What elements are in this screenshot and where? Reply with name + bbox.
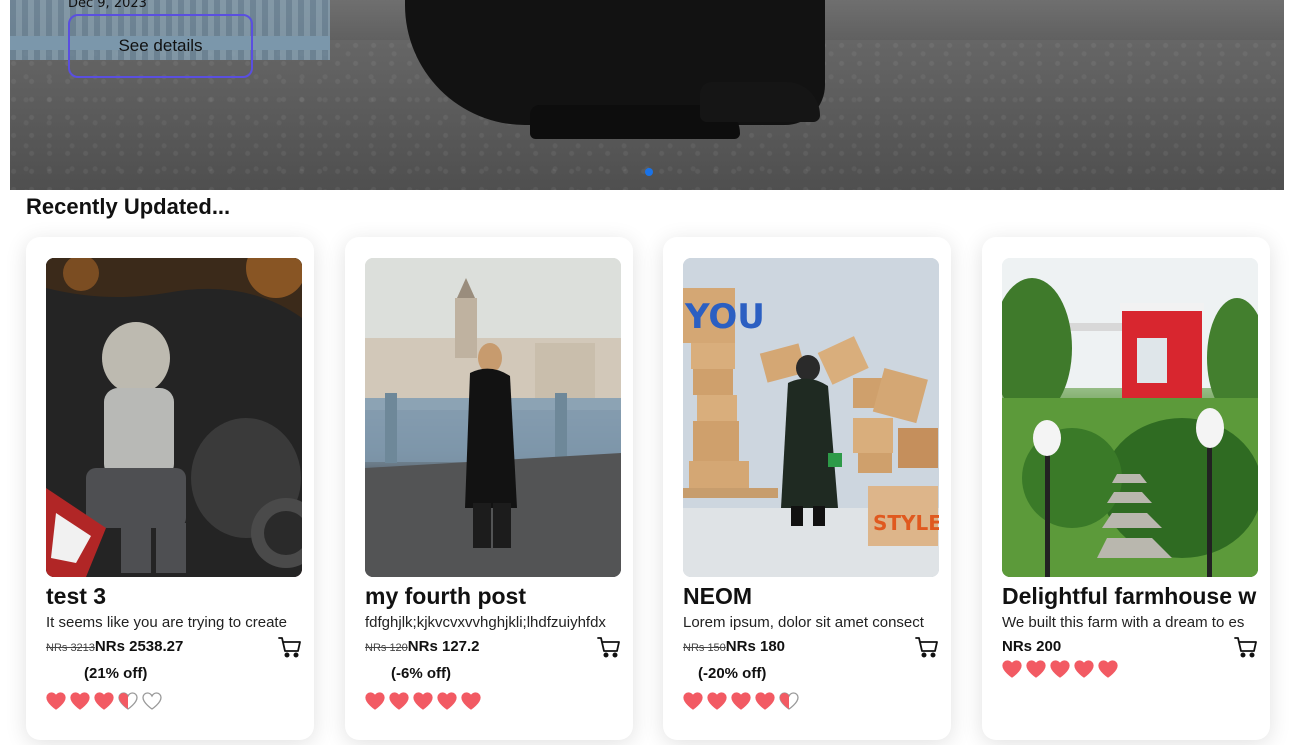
rating-hearts (683, 692, 799, 710)
product-title[interactable]: NEOM (683, 583, 939, 610)
heart-icon (413, 692, 433, 710)
current-price: NRs 2538.27 (94, 638, 184, 655)
price-row: NRs 150NRs 180 (683, 636, 939, 660)
rating-hearts (365, 692, 481, 710)
svg-text:STYLE: STYLE (873, 511, 939, 535)
heart-icon (365, 692, 385, 710)
heart-icon (1002, 660, 1022, 678)
heart-icon (70, 692, 90, 710)
heart-icon (779, 692, 799, 710)
original-price: NRs 150 (683, 642, 726, 654)
hero-date: Dec 9, 2023 (68, 0, 147, 11)
heart-icon (461, 692, 481, 710)
product-description: It seems like you are trying to create (46, 614, 287, 631)
heart-icon (389, 692, 409, 710)
section-title: Recently Updated... (26, 194, 231, 219)
see-details-button[interactable]: See details (68, 14, 253, 78)
price-row: NRs 200 (1002, 636, 1258, 660)
product-image[interactable] (46, 258, 302, 577)
product-description: We built this farm with a dream to es (1002, 614, 1245, 631)
heart-icon (118, 692, 138, 710)
product-description: Lorem ipsum, dolor sit amet consect (683, 614, 924, 631)
svg-text:YOU: YOU (684, 297, 765, 337)
heart-icon (437, 692, 457, 710)
current-price: NRs 200 (1002, 638, 1062, 655)
product-image[interactable] (1002, 258, 1258, 577)
current-price: NRs 127.2 (407, 638, 480, 655)
heart-icon (707, 692, 727, 710)
heart-icon (94, 692, 114, 710)
product-image[interactable] (365, 258, 621, 577)
discount-label: (21% off) (84, 665, 148, 682)
cart-icon[interactable] (278, 636, 302, 658)
heart-icon (1098, 660, 1118, 678)
cart-icon[interactable] (915, 636, 939, 658)
heart-icon (142, 692, 162, 710)
hero-boot-decor (700, 82, 820, 122)
carousel-indicator-dot[interactable] (645, 168, 653, 176)
product-image[interactable]: YOU STYLE (683, 258, 939, 577)
heart-icon (46, 692, 66, 710)
cart-icon[interactable] (1234, 636, 1258, 658)
product-description: fdfghjlk;kjkvcvxvvhghjkli;lhdfzuiyhfdx (365, 614, 606, 631)
rating-hearts (46, 692, 162, 710)
heart-icon (731, 692, 751, 710)
original-price: NRs 120 (365, 642, 408, 654)
product-card[interactable]: test 3 It seems like you are trying to c… (26, 237, 314, 740)
product-title[interactable]: Delightful farmhouse w (1002, 583, 1258, 610)
price-row: NRs 120NRs 127.2 (365, 636, 621, 660)
discount-label: (-20% off) (698, 665, 767, 682)
product-card[interactable]: YOU STYLE NEOM Lorem ipsum, dolor sit am… (663, 237, 951, 740)
product-title[interactable]: test 3 (46, 583, 302, 610)
original-price: NRs 3213 (46, 642, 95, 654)
heart-icon (1074, 660, 1094, 678)
heart-icon (755, 692, 775, 710)
heart-icon (683, 692, 703, 710)
product-title[interactable]: my fourth post (365, 583, 621, 610)
product-card[interactable]: Delightful farmhouse w We built this far… (982, 237, 1270, 740)
current-price: NRs 180 (725, 638, 785, 655)
heart-icon (1050, 660, 1070, 678)
discount-label: (-6% off) (391, 665, 451, 682)
cart-icon[interactable] (597, 636, 621, 658)
product-card[interactable]: my fourth post fdfghjlk;kjkvcvxvvhghjkli… (345, 237, 633, 740)
heart-icon (1026, 660, 1046, 678)
price-row: NRs 3213NRs 2538.27 (46, 636, 302, 660)
rating-hearts (1002, 660, 1118, 678)
hero-banner: Dec 9, 2023 See details (10, 0, 1284, 190)
